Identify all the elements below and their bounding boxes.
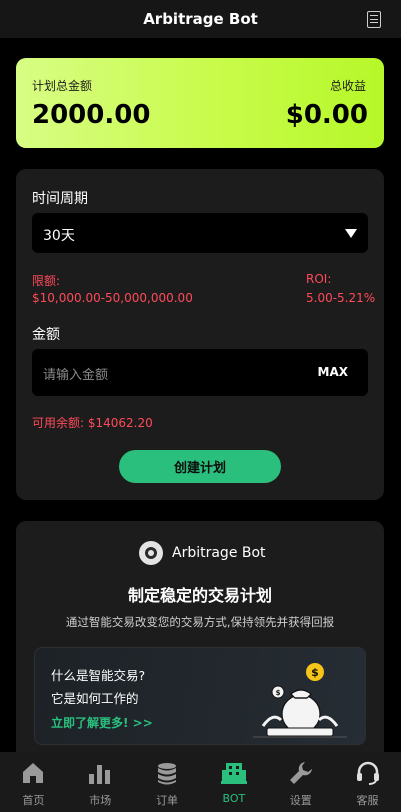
plan-total-label: 计划总金额 [32,79,93,93]
caret-down-icon [345,229,357,238]
nav-label-bot: BOT [222,792,246,805]
svg-text:$: $ [311,666,319,679]
amount-label: 金额 [32,327,60,343]
nav-item-home[interactable]: 首页 [0,752,67,812]
roi-value: 5.00-5.21% [306,291,376,305]
info-card: Arbitrage Bot 制定稳定的交易计划 通过智能交易改变您的交易方式,保… [16,521,384,752]
amount-input[interactable]: 请输入金额 MAX [32,349,368,396]
document-icon[interactable] [367,11,381,28]
svg-text:$: $ [276,689,281,697]
nav-label-orders: 订单 [156,794,179,807]
brand-name: Arbitrage Bot [172,545,266,561]
bottom-nav: 首页 市场 订单 BOT 设置 客服 [0,752,401,812]
bot-logo-icon [139,541,163,565]
info-headline: 制定稳定的交易计划 [127,586,272,605]
plan-total-value: 2000.00 [32,100,151,130]
learn-more-banner[interactable]: 什么是智能交易? 它是如何工作的 立即了解更多! >> $ $ [34,647,366,745]
limit-value: $10,000.00-50,000,000.00 [32,291,193,305]
nav-item-bot[interactable]: BOT [200,752,267,812]
available-balance: 可用余额: $14062.20 [32,416,153,430]
nav-item-market[interactable]: 市场 [67,752,134,812]
summary-card: 计划总金额 总收益 2000.00 $0.00 [16,58,384,148]
headset-icon [356,761,379,785]
total-profit-label: 总收益 [329,79,366,93]
info-subtitle: 通过智能交易改变您的交易方式,保持领先并获得回报 [65,615,335,629]
bot-icon [220,763,247,784]
money-bag-illustration: $ $ [253,663,347,738]
limit-label: 限额: [32,274,61,288]
period-label: 时间周期 [32,191,88,207]
bar-chart-icon [89,765,111,784]
nav-item-support[interactable]: 客服 [334,752,401,812]
coins-stack-icon [158,763,177,785]
nav-label-settings: 设置 [289,794,312,807]
plan-form-card: 时间周期 30天 限额: $10,000.00-50,000,000.00 RO… [16,169,384,500]
question-how: 它是如何工作的 [51,691,139,706]
period-select[interactable]: 30天 [32,213,368,253]
top-bar: Arbitrage Bot [0,0,401,38]
total-profit-value: $0.00 [285,100,368,130]
nav-label-support: 客服 [356,794,379,807]
home-icon [23,763,44,783]
page-title: Arbitrage Bot [143,10,258,28]
question-what: 什么是智能交易? [51,668,146,683]
nav-label-market: 市场 [89,794,112,807]
roi-label: ROI: [306,272,332,286]
nav-item-orders[interactable]: 订单 [134,752,201,812]
brand: Arbitrage Bot [139,541,266,565]
period-value: 30天 [43,228,75,244]
max-button[interactable]: MAX [318,365,348,379]
nav-item-settings[interactable]: 设置 [267,752,334,812]
wrench-icon [289,762,312,784]
nav-label-home: 首页 [22,794,45,807]
amount-placeholder: 请输入金额 [43,368,109,383]
create-plan-button[interactable]: 创建计划 [119,450,281,483]
learn-more-link[interactable]: 立即了解更多! >> [51,714,153,731]
